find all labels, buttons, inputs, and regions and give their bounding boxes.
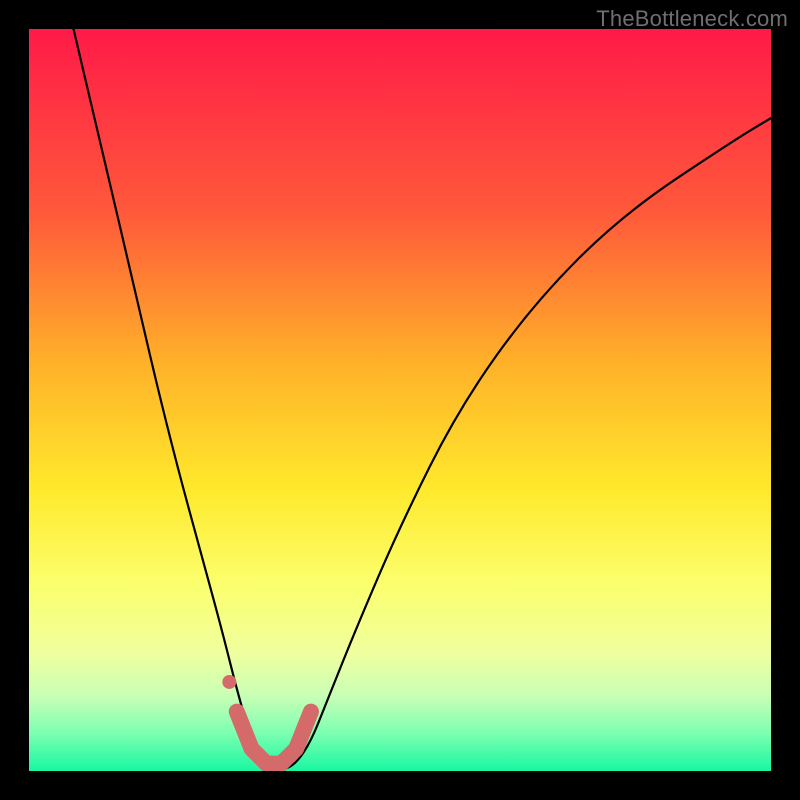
optimal-range-marker xyxy=(237,712,311,764)
chart-frame xyxy=(29,29,771,771)
bottleneck-curve xyxy=(74,29,771,771)
marker-dot-icon xyxy=(222,675,236,689)
bottleneck-plot xyxy=(29,29,771,771)
